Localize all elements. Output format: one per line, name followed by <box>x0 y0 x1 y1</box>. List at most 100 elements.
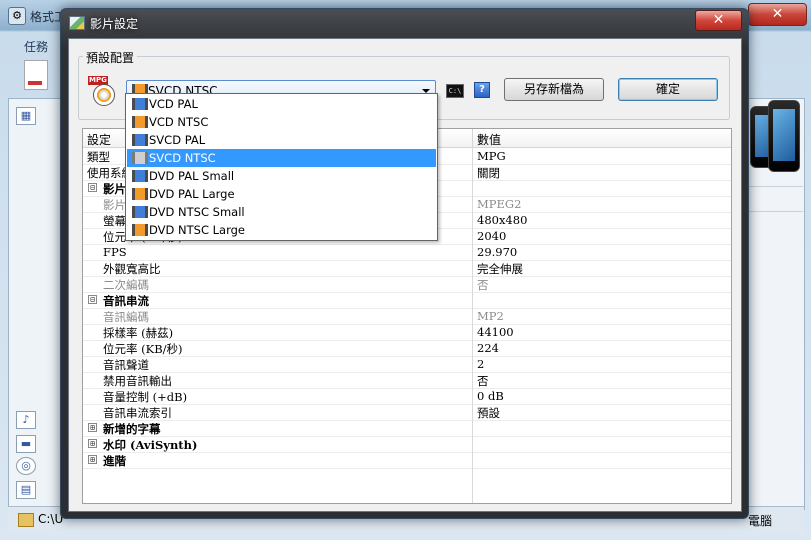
row-key: 位元率 (KB/秒) <box>103 342 183 356</box>
dropdown-option-label: DVD PAL Small <box>149 169 235 183</box>
grid-row[interactable]: 音訊聲道 2 <box>83 356 731 373</box>
row-key: 進階 <box>103 454 126 468</box>
grid-row[interactable]: ⊟ 音訊串流 <box>83 292 731 309</box>
command-line-icon[interactable]: C:\ <box>446 84 464 98</box>
row-key: 音量控制 (+dB) <box>103 390 188 404</box>
dialog-titlebar[interactable]: 影片設定 ✕ <box>61 9 748 37</box>
dropdown-option[interactable]: DVD PAL Large <box>127 185 436 203</box>
row-value[interactable]: 29.970 <box>477 245 517 259</box>
parent-close-button[interactable]: ✕ <box>748 3 807 26</box>
dropdown-option[interactable]: SVCD PAL <box>127 131 436 149</box>
preset-dropdown-list: VCD PAL VCD NTSC SVCD PAL SVCD NTSC DVD PAL … <box>125 93 438 241</box>
dropdown-option[interactable]: VCD NTSC <box>127 113 436 131</box>
dropdown-option-label: SVCD PAL <box>149 133 206 147</box>
dialog-title: 影片設定 <box>90 17 139 31</box>
help-icon[interactable]: ? <box>474 82 490 98</box>
grid-row[interactable]: ⊞ 水印 (AviSynth) <box>83 436 731 453</box>
menu-task[interactable]: 任務 <box>8 35 64 57</box>
column-divider <box>472 147 473 503</box>
dialog-close-button[interactable]: ✕ <box>695 10 742 31</box>
grid-row[interactable]: 音訊編碼 MP2 <box>83 308 731 325</box>
app-icon: ⚙ <box>8 7 26 25</box>
row-value[interactable]: 44100 <box>477 325 514 339</box>
row-key: 禁用音訊輸出 <box>103 374 172 388</box>
row-value: MPEG2 <box>477 197 522 211</box>
menu-task-label: 任務 <box>24 40 49 54</box>
film-icon <box>132 98 148 110</box>
row-key: 新增的字幕 <box>103 422 161 436</box>
right-panel-divider <box>745 186 803 212</box>
grid-row[interactable]: FPS 29.970 <box>83 244 731 261</box>
grid-row[interactable]: 音訊串流索引 預設 <box>83 404 731 421</box>
dropdown-option[interactable]: DVD NTSC Small <box>127 203 436 221</box>
header-value[interactable]: 數值 <box>477 131 501 148</box>
grid-row[interactable]: 位元率 (KB/秒) 224 <box>83 340 731 357</box>
row-value[interactable]: 224 <box>477 341 499 355</box>
film-icon <box>132 206 148 218</box>
collapse-icon[interactable]: ⊟ <box>88 295 97 304</box>
row-key: 音訊串流 <box>103 294 149 308</box>
preset-group-label: 預設配置 <box>83 49 138 66</box>
grid-row[interactable]: ⊞ 新增的字幕 <box>83 420 731 437</box>
expand-icon[interactable]: ⊞ <box>88 439 97 448</box>
picture-icon <box>69 16 85 30</box>
row-value[interactable]: 完全伸展 <box>477 261 523 277</box>
dropdown-option-label: SVCD NTSC <box>149 151 216 165</box>
row-value[interactable]: MPG <box>477 149 506 163</box>
document-icon[interactable] <box>24 60 48 90</box>
expand-icon[interactable]: ⊞ <box>88 455 97 464</box>
row-value[interactable]: 2 <box>477 357 484 371</box>
dropdown-option-label: DVD PAL Large <box>149 187 235 201</box>
header-divider[interactable] <box>472 129 473 147</box>
dropdown-option-label: VCD NTSC <box>149 115 209 129</box>
grid-row[interactable]: 外觀寬高比 完全伸展 <box>83 260 731 277</box>
grid-row[interactable]: ⊞ 進階 <box>83 452 731 469</box>
row-key: 外觀寬高比 <box>103 262 161 276</box>
row-value: MP2 <box>477 309 504 323</box>
dropdown-option[interactable]: DVD NTSC Large <box>127 221 436 239</box>
dropdown-option-label: VCD PAL <box>149 97 198 111</box>
grid-row[interactable]: 二次編碼 否 <box>83 276 731 293</box>
folder-icon <box>18 513 34 527</box>
film-icon <box>132 188 148 200</box>
mpg-disc-icon: MPG <box>88 76 116 106</box>
dropdown-option[interactable]: SVCD NTSC <box>127 149 436 167</box>
film-icon <box>132 224 148 236</box>
row-value[interactable]: 480x480 <box>477 213 527 227</box>
row-key: 音訊串流索引 <box>103 406 172 420</box>
grid-row[interactable]: 音量控制 (+dB) 0 dB <box>83 388 731 405</box>
film-icon <box>132 152 148 164</box>
film-icon <box>132 170 148 182</box>
grid-row[interactable]: 採樣率 (赫茲) 44100 <box>83 324 731 341</box>
header-setting[interactable]: 設定 <box>87 131 111 148</box>
collapse-icon[interactable]: ⊟ <box>88 183 97 192</box>
row-key: 水印 (AviSynth) <box>103 438 198 452</box>
video-settings-dialog: 影片設定 ✕ 預設配置 MPG SVCD NTSC C:\ ? 另存新檔為 確定… <box>60 8 749 519</box>
status-computer: 電腦 <box>748 514 773 528</box>
row-value[interactable]: 否 <box>477 373 489 389</box>
row-value: 否 <box>477 278 489 292</box>
row-key: 音訊編碼 <box>103 310 149 324</box>
row-value[interactable]: 2040 <box>477 229 506 243</box>
audio-icon[interactable]: ♪ <box>16 411 36 429</box>
disc-icon[interactable]: ◎ <box>16 457 36 475</box>
dropdown-option[interactable]: VCD PAL <box>127 95 436 113</box>
row-value[interactable]: 0 dB <box>477 389 504 403</box>
calculator-icon[interactable]: ▦ <box>16 107 36 125</box>
row-key: 二次編碼 <box>103 278 149 292</box>
card-icon[interactable]: ▤ <box>16 481 36 499</box>
grid-row[interactable]: 禁用音訊輸出 否 <box>83 372 731 389</box>
left-panel: ▦ ♪ ▬ ◎ ▤ <box>8 98 62 510</box>
dropdown-option[interactable]: DVD PAL Small <box>127 167 436 185</box>
row-key: 音訊聲道 <box>103 358 149 372</box>
dropdown-option-label: DVD NTSC Large <box>149 223 245 237</box>
row-value[interactable]: 預設 <box>477 405 500 421</box>
film-icon <box>132 116 148 128</box>
expand-icon[interactable]: ⊞ <box>88 423 97 432</box>
row-value[interactable]: 關閉 <box>477 165 500 181</box>
save-as-button[interactable]: 另存新檔為 <box>504 78 604 101</box>
picture-icon[interactable]: ▬ <box>16 435 36 453</box>
ok-button[interactable]: 確定 <box>618 78 718 101</box>
dropdown-option-label: DVD NTSC Small <box>149 205 245 219</box>
phones-image <box>750 100 802 172</box>
